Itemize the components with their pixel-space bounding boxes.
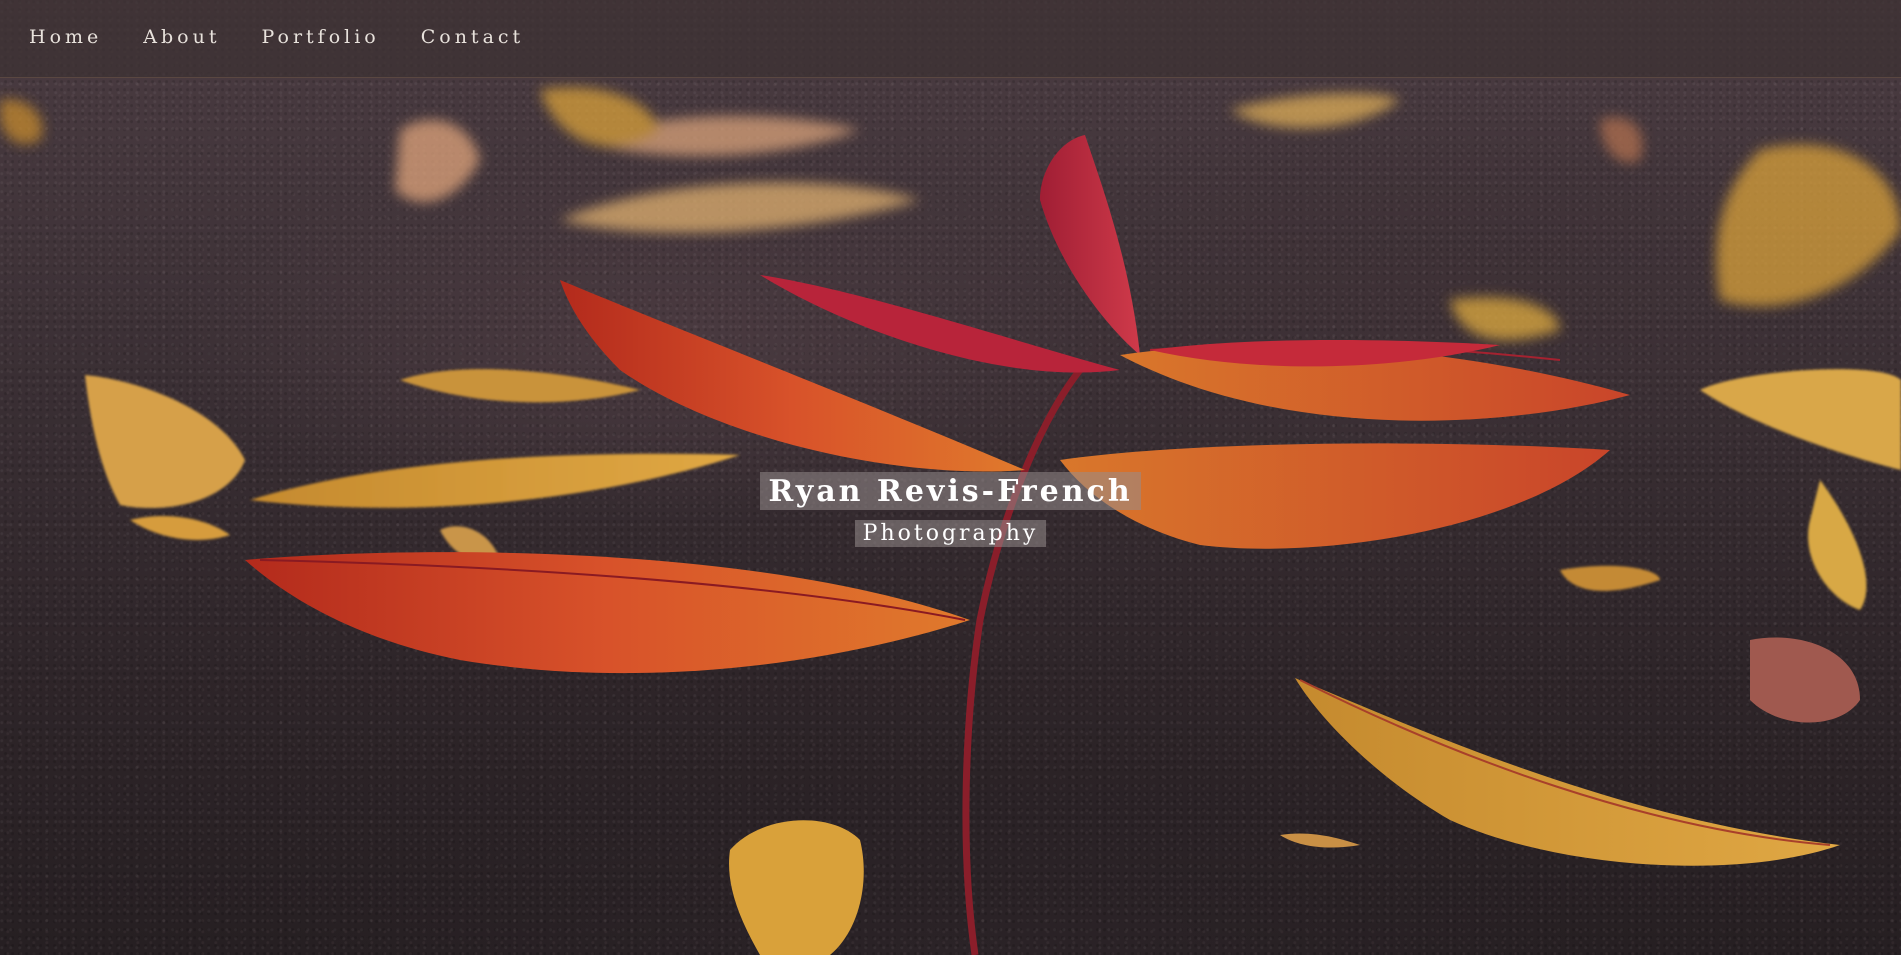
site-subtitle: Photography: [854, 520, 1047, 547]
blurred-leaves: [0, 87, 1901, 340]
red-leaf-lower-left: [245, 552, 970, 674]
hero-title-block: Ryan Revis-French Photography: [0, 472, 1901, 547]
hero-section: Home About Portfolio Contact Ryan Revis-…: [0, 0, 1901, 955]
dried-leaf-right: [1750, 637, 1860, 723]
nav-link-portfolio[interactable]: Portfolio: [261, 26, 379, 48]
site-title: Ryan Revis-French: [760, 472, 1141, 510]
nav-link-about[interactable]: About: [143, 26, 220, 48]
nav-link-contact[interactable]: Contact: [421, 26, 524, 48]
red-leaf-upper: [760, 275, 1120, 373]
yellow-leaf-bottom: [729, 820, 864, 955]
top-navigation-bar: Home About Portfolio Contact: [0, 0, 1901, 78]
nav-link-home[interactable]: Home: [29, 26, 102, 48]
orange-leaf-upper-left: [560, 280, 1025, 472]
crimson-leaf: [1040, 135, 1140, 355]
